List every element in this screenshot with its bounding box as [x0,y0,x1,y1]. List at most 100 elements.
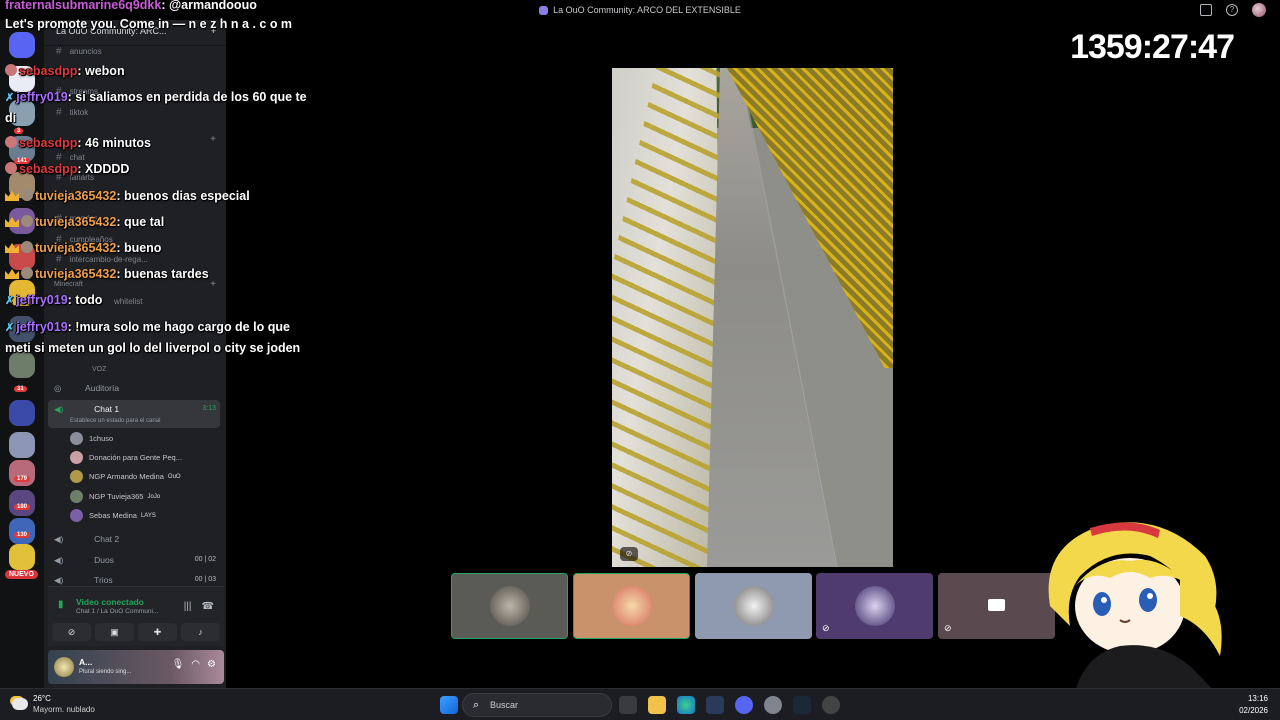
inbox-icon[interactable] [1200,4,1212,16]
settings-gear-icon[interactable]: ⚙ [207,659,216,670]
chat-text: 46 minutos [85,136,151,150]
chat-text: que tal [123,215,165,229]
help-icon[interactable]: ? [1226,4,1238,16]
chat-message: Let's promote you. Come in — n e z h n a… [5,15,315,35]
avatar [70,509,83,522]
main-video-stream[interactable]: ⊘ [612,68,893,567]
camera-off-button[interactable]: ⊘ [52,623,91,641]
chat-username: tuvieja365432 [35,267,117,281]
chat-message: tuvieja365432: buenos dias especial [5,187,315,207]
start-windows-icon[interactable] [440,696,458,714]
participant-tile[interactable] [451,573,568,639]
user-badge-icon [21,215,33,227]
steam-icon[interactable] [793,696,811,714]
microphone-icon[interactable]: 🎙 [172,659,185,670]
user-name[interactable]: A... [79,657,92,667]
participant-avatar [611,586,652,626]
voice-channel-chat2[interactable]: ◀) Chat 2 [54,534,119,545]
chat-username: fraternalsubmarine6q9dkk [5,0,162,12]
participant-avatar [489,586,530,626]
server-icon-11[interactable] [9,400,35,426]
clock-date[interactable]: 02/2026 [1239,706,1268,715]
user-badge-icon [5,136,17,148]
voice-status: Video conectado [76,597,144,607]
speaker-icon: ◀) [54,575,64,585]
crown-badge-icon [5,269,19,279]
category-voz[interactable]: VOZ [92,366,106,373]
voice-member[interactable]: NGP Tuvieja365 JoJo [70,490,160,503]
noise-suppression-icon[interactable]: ||| [184,601,192,612]
weather-temperature[interactable]: 26°C [33,694,51,703]
voice-member[interactable]: Donación para Gente Peq... [70,451,182,464]
participant-tile[interactable] [695,573,812,639]
voice-member[interactable]: 1chuso [70,432,113,445]
chat-username: jeffry019 [16,90,68,104]
chat-username: tuvieja365432 [35,189,117,203]
headphones-icon[interactable]: ◠ [191,659,200,670]
user-avatar[interactable] [54,657,74,677]
server-icon-14[interactable] [9,490,35,516]
sword-badge-icon: ✗ [5,92,15,104]
signal-icon[interactable]: ▮ [58,599,64,610]
settings-gear-icon[interactable] [764,696,782,714]
speaker-icon: ◀) [54,555,64,565]
activities-button[interactable]: ✚ [138,623,177,641]
participant-tile[interactable] [573,573,690,639]
voice-channel-duos[interactable]: ◀) Duos [54,555,114,566]
participant-tile[interactable]: ⊘ [816,573,933,639]
voice-member[interactable]: Sebas Medina LAYS [70,509,156,522]
voice-member[interactable]: NGP Armando Medina OuO [70,470,181,483]
taskbar: 26°C Mayorm. nublado ⌕ Buscar 13:16 02/2… [0,688,1280,720]
server-icon-16[interactable] [9,544,35,570]
window-avatar[interactable] [1252,3,1266,17]
server-badge: 179 [14,476,31,482]
voice-channel-trios[interactable]: ◀) Trios [54,575,113,586]
channel-anuncios[interactable]: # anuncios [56,46,102,57]
chat-username: sebasdpp [19,136,78,150]
sword-badge-icon: ✗ [5,322,15,334]
sword-badge-icon: ✗ [5,295,15,307]
search-placeholder: Buscar [490,700,519,710]
chat-message: sebasdpp: webon [5,62,315,82]
weather-cloud-icon[interactable] [12,698,28,710]
user-badge-icon [5,162,17,174]
voice-channel-auditoria[interactable]: ◎ Auditoría [54,383,119,394]
clock-time[interactable]: 13:16 [1248,694,1268,703]
voice-channel-name[interactable]: Chat 1 / La OuO Communi... [76,608,158,615]
participant-avatar [733,586,774,626]
discord-icon[interactable] [735,696,753,714]
disconnect-icon[interactable]: ☎ [202,601,214,612]
avatar [70,490,83,503]
titlebar-controls: ? [1200,3,1266,17]
muted-icon: ⊘ [822,623,830,633]
soundboard-button[interactable]: ♪ [181,623,220,641]
weather-description[interactable]: Mayorm. nublado [33,705,95,714]
avatar [70,432,83,445]
server-icon-13[interactable] [9,460,35,486]
file-explorer-icon[interactable] [648,696,666,714]
task-view-icon[interactable] [619,696,637,714]
member-tag: LAYS [140,512,156,519]
user-badge-icon [5,64,17,76]
screen-share-button[interactable]: ▣ [95,623,134,641]
server-badge: 180 [14,504,31,510]
search-icon: ⌕ [473,699,480,711]
speaker-icon: ◀) [54,534,64,544]
voice-channel-chat1[interactable]: ◀) Chat 1 [54,404,119,415]
avatar-eye-right [1139,588,1157,612]
app-icon[interactable] [822,696,840,714]
crown-badge-icon [5,243,19,253]
app-icon[interactable] [706,696,724,714]
chat-text: bueno [123,241,162,255]
server-icon-15[interactable] [9,518,35,544]
chat-message: ✗ jeffry019: si saliamos en perdida de lo… [5,90,307,125]
chat-username: sebasdpp [19,162,78,176]
chat-text: buenos dias especial [123,189,250,203]
server-icon-1[interactable] [9,32,35,58]
chat-username: sebasdpp [19,64,78,78]
server-icon-12[interactable] [9,432,35,458]
edge-browser-icon[interactable] [677,696,695,714]
voice-channel-status[interactable]: Establece un estado para el canal [70,418,160,424]
search-input[interactable]: ⌕ Buscar [462,693,612,717]
chat-username: tuvieja365432 [35,241,117,255]
